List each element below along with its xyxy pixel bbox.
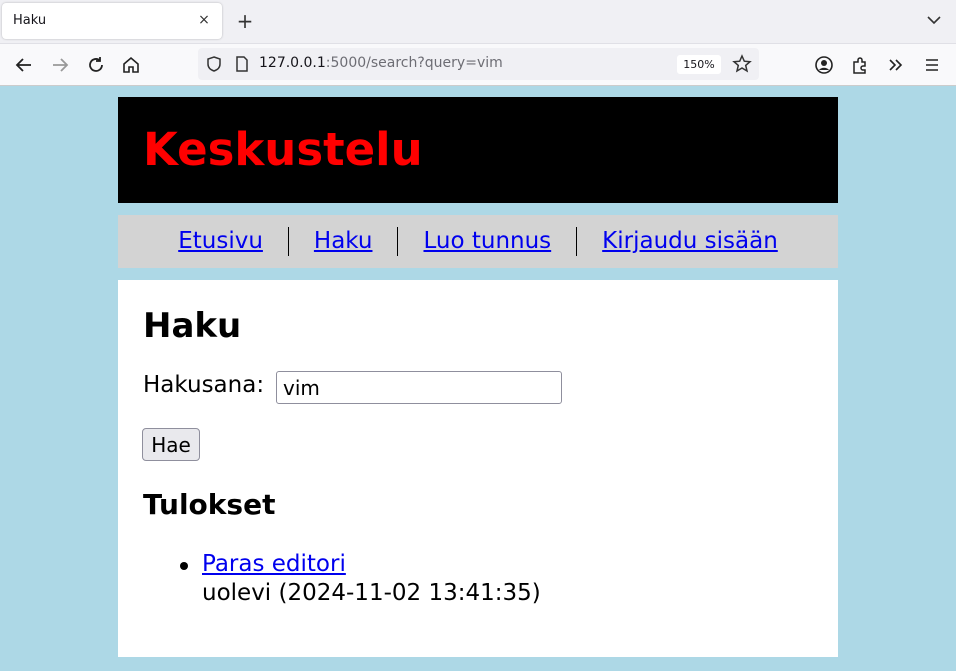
page-icon [232, 54, 254, 76]
list-tabs-icon[interactable] [924, 10, 944, 30]
tab-title: Haku [13, 13, 47, 28]
browser-tab-bar: Haku × + [0, 0, 956, 44]
shield-icon[interactable] [204, 54, 226, 76]
nav-link-etusivu[interactable]: Etusivu [153, 227, 288, 256]
bookmark-star-icon[interactable] [731, 53, 753, 75]
bullet [180, 562, 188, 570]
results-heading: Tulokset [143, 488, 276, 521]
url-text[interactable]: 127.0.0.1:5000/search?query=vim [259, 55, 503, 71]
nav-link-luo-tunnus[interactable]: Luo tunnus [398, 227, 576, 256]
account-icon[interactable] [813, 54, 835, 76]
site-nav: Etusivu Haku Luo tunnus Kirjaudu sisään [118, 215, 838, 268]
browser-nav-bar: 127.0.0.1:5000/search?query=vim 150% [0, 44, 956, 86]
zoom-level-badge[interactable]: 150% [677, 55, 721, 74]
overflow-menu-icon[interactable] [885, 54, 907, 76]
site-header: Keskustelu [118, 97, 838, 203]
search-input[interactable] [276, 371, 562, 404]
page-container: Keskustelu Etusivu Haku Luo tunnus Kirja… [118, 97, 838, 657]
page-title: Haku [143, 306, 242, 346]
list-item: Paras editori uolevi (2024-11-02 13:41:3… [178, 550, 541, 608]
nav-link-haku[interactable]: Haku [289, 227, 398, 256]
reload-icon[interactable] [85, 54, 107, 76]
result-link[interactable]: Paras editori [202, 550, 541, 579]
home-icon[interactable] [120, 54, 142, 76]
back-icon[interactable] [13, 54, 35, 76]
result-meta: uolevi (2024-11-02 13:41:35) [202, 580, 541, 606]
site-title: Keskustelu [143, 123, 423, 176]
new-tab-button[interactable]: + [234, 9, 256, 33]
url-path: :5000/search?query=vim [325, 55, 503, 71]
extensions-icon[interactable] [849, 54, 871, 76]
search-label: Hakusana: [143, 372, 265, 398]
forward-icon[interactable] [49, 54, 71, 76]
url-host: 127.0.0.1 [259, 55, 326, 71]
url-bar[interactable]: 127.0.0.1:5000/search?query=vim 150% [198, 48, 759, 80]
results-list: Paras editori uolevi (2024-11-02 13:41:3… [178, 550, 541, 608]
browser-tab[interactable]: Haku × [2, 3, 222, 39]
hamburger-menu-icon[interactable] [921, 54, 943, 76]
main-content: Haku Hakusana: Hae Tulokset Paras editor… [118, 280, 838, 657]
search-button[interactable]: Hae [142, 428, 200, 461]
nav-link-kirjaudu[interactable]: Kirjaudu sisään [577, 227, 803, 256]
tab-close-icon[interactable]: × [196, 12, 212, 28]
